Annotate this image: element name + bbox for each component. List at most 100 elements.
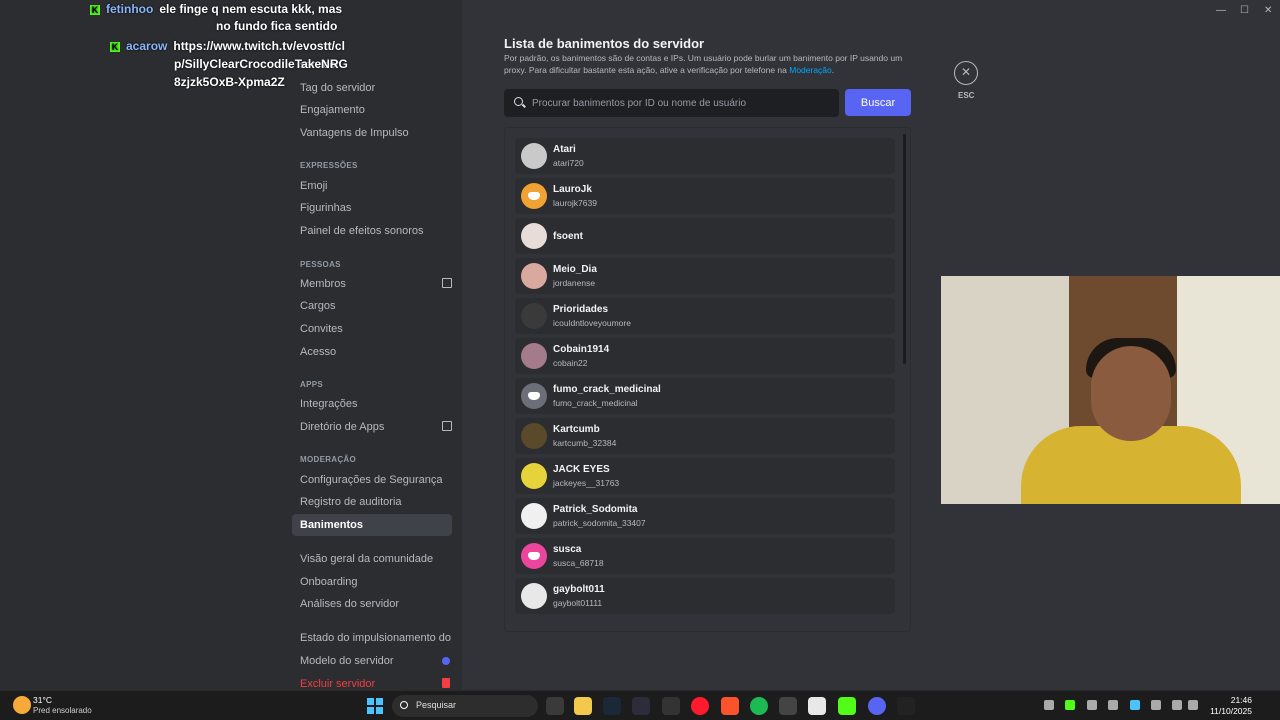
sidebar-item-members[interactable]: Membros	[300, 273, 452, 295]
avatar	[521, 343, 547, 369]
moderation-link[interactable]: Moderação	[789, 65, 832, 75]
sidebar-item-app-directory[interactable]: Diretório de Apps	[300, 416, 452, 438]
microphone-icon[interactable]	[1151, 700, 1161, 710]
ban-row[interactable]: Meio_Dia jordanense	[515, 258, 895, 294]
scrollbar[interactable]	[903, 134, 906, 364]
sidebar-item-boost-perks[interactable]: Vantagens de Impulso	[300, 122, 452, 144]
sidebar-item-server-insights[interactable]: Análises do servidor	[300, 593, 452, 615]
app-icon[interactable]	[632, 697, 650, 715]
ban-row[interactable]: susca susca_68718	[515, 538, 895, 574]
search-icon	[400, 701, 408, 709]
spotify-icon[interactable]	[750, 697, 768, 715]
ban-username: susca_68718	[553, 558, 604, 568]
sidebar-item-server-template[interactable]: Modelo do servidor	[300, 650, 452, 672]
opera-icon[interactable]	[691, 697, 709, 715]
sidebar-item-stickers[interactable]: Figurinhas	[300, 197, 452, 219]
ban-row[interactable]: Atari atari720	[515, 138, 895, 174]
avatar	[521, 223, 547, 249]
close-icon: ✕	[960, 65, 972, 79]
ban-row[interactable]: gaybolt011 gaybolt01111	[515, 578, 895, 614]
search-icon	[514, 97, 523, 106]
sidebar-item-roles[interactable]: Cargos	[300, 295, 452, 317]
ban-display-name: Atari	[553, 144, 576, 155]
sidebar-item-access[interactable]: Acesso	[300, 341, 452, 363]
sidebar-item-audit-log[interactable]: Registro de auditoria	[300, 491, 452, 513]
windows-taskbar: 31°C Pred ensolarado Pesquisar 21:46 11/…	[0, 690, 1280, 720]
sidebar-item-boost-status[interactable]: Estado do impulsionamento do se	[300, 627, 452, 649]
sidebar-item-community-overview[interactable]: Visão geral da comunidade	[300, 548, 452, 570]
sidebar-item-emoji[interactable]: Emoji	[300, 175, 452, 197]
brave-icon[interactable]	[721, 697, 739, 715]
webcam-overlay	[941, 276, 1280, 504]
clock[interactable]: 21:46	[1208, 695, 1252, 705]
external-link-icon	[442, 421, 452, 431]
sidebar-item-integrations[interactable]: Integrações	[300, 393, 452, 415]
discord-avatar-icon	[521, 383, 547, 409]
ban-row[interactable]: fumo_crack_medicinal fumo_crack_medicinal	[515, 378, 895, 414]
search-input[interactable]	[532, 89, 832, 117]
start-icon[interactable]	[367, 698, 383, 714]
ban-row[interactable]: fsoent	[515, 218, 895, 254]
sidebar-item-server-tag[interactable]: Tag do servidor	[300, 77, 452, 99]
ban-display-name: Prioridades	[553, 304, 609, 315]
esc-label: ESC	[958, 91, 975, 100]
ban-display-name: Kartcumb	[553, 424, 600, 435]
ban-display-name: Patrick_Sodomita	[553, 504, 638, 515]
weather-icon[interactable]	[13, 696, 31, 714]
taskbar-search[interactable]: Pesquisar	[392, 695, 538, 717]
maximize-icon[interactable]: ☐	[1240, 5, 1249, 16]
volume-icon[interactable]	[1188, 700, 1198, 710]
search-box	[504, 89, 839, 117]
app-icon[interactable]	[897, 697, 915, 715]
chat-message-continued: p/SillyClearCrocodileTakeNRG	[174, 57, 348, 71]
section-header-expressions: EXPRESSÕES	[300, 161, 358, 170]
date[interactable]: 11/10/2025	[1200, 706, 1252, 716]
settings-sidebar: servidor Tag do servidor Engajamento Van…	[0, 0, 462, 690]
ban-row[interactable]: Cobain1914 cobain22	[515, 338, 895, 374]
task-view-icon[interactable]	[546, 697, 564, 715]
file-icon[interactable]	[808, 697, 826, 715]
section-header-moderation: MODERAÇÃO	[300, 455, 357, 464]
chat-text: https://www.twitch.tv/evostt/cl	[173, 39, 345, 53]
avatar	[521, 263, 547, 289]
close-button[interactable]: ✕	[954, 61, 978, 85]
network-icon[interactable]	[1172, 700, 1182, 710]
ban-row[interactable]: Prioridades icouldntloveyoumore	[515, 298, 895, 334]
sidebar-item-safety-settings[interactable]: Configurações de Segurança	[300, 469, 452, 491]
sidebar-item-bans[interactable]: Banimentos	[292, 514, 452, 536]
tray-app-icon[interactable]	[1065, 700, 1075, 710]
discord-icon[interactable]	[868, 697, 886, 715]
tray-app-icon[interactable]	[1087, 700, 1097, 710]
ban-display-name: Cobain1914	[553, 344, 610, 355]
ban-username: cobain22	[553, 358, 588, 368]
chevron-up-icon[interactable]	[1044, 700, 1054, 710]
kick-icon[interactable]	[838, 697, 856, 715]
minimize-icon[interactable]: —	[1216, 5, 1226, 16]
chrome-icon[interactable]	[662, 697, 680, 715]
tray-app-icon[interactable]	[1108, 700, 1118, 710]
bluetooth-icon[interactable]	[1130, 700, 1140, 710]
ban-row[interactable]: Kartcumb kartcumb_32384	[515, 418, 895, 454]
sidebar-item-soundboard[interactable]: Painel de efeitos sonoros	[300, 220, 452, 242]
sidebar-item-invites[interactable]: Convites	[300, 318, 452, 340]
sidebar-item-label: Excluir servidor	[300, 678, 376, 690]
avatar	[521, 303, 547, 329]
file-explorer-icon[interactable]	[574, 697, 592, 715]
app-icon[interactable]	[779, 697, 797, 715]
close-window-icon[interactable]: ✕	[1264, 5, 1272, 16]
chat-message-continued: 8zjzk5OxB-Xpma2Z	[174, 75, 285, 89]
steam-icon[interactable]	[603, 697, 621, 715]
ban-username: kartcumb_32384	[553, 438, 617, 448]
ban-row[interactable]: JACK EYES jackeyes__31763	[515, 458, 895, 494]
avatar	[521, 503, 547, 529]
search-button[interactable]: Buscar	[845, 89, 911, 116]
chat-message: Kfetinhoo ele finge q nem escuta kkk, mas	[90, 2, 342, 16]
ban-row[interactable]: LauroJk laurojk7639	[515, 178, 895, 214]
sidebar-item-onboarding[interactable]: Onboarding	[300, 571, 452, 593]
ban-username: patrick_sodomita_33407	[553, 518, 646, 528]
ban-display-name: LauroJk	[553, 184, 592, 195]
sidebar-item-engagement[interactable]: Engajamento	[300, 99, 452, 121]
ban-display-name: fumo_crack_medicinal	[553, 384, 661, 395]
ban-username: jordanense	[553, 278, 596, 288]
ban-row[interactable]: Patrick_Sodomita patrick_sodomita_33407	[515, 498, 895, 534]
